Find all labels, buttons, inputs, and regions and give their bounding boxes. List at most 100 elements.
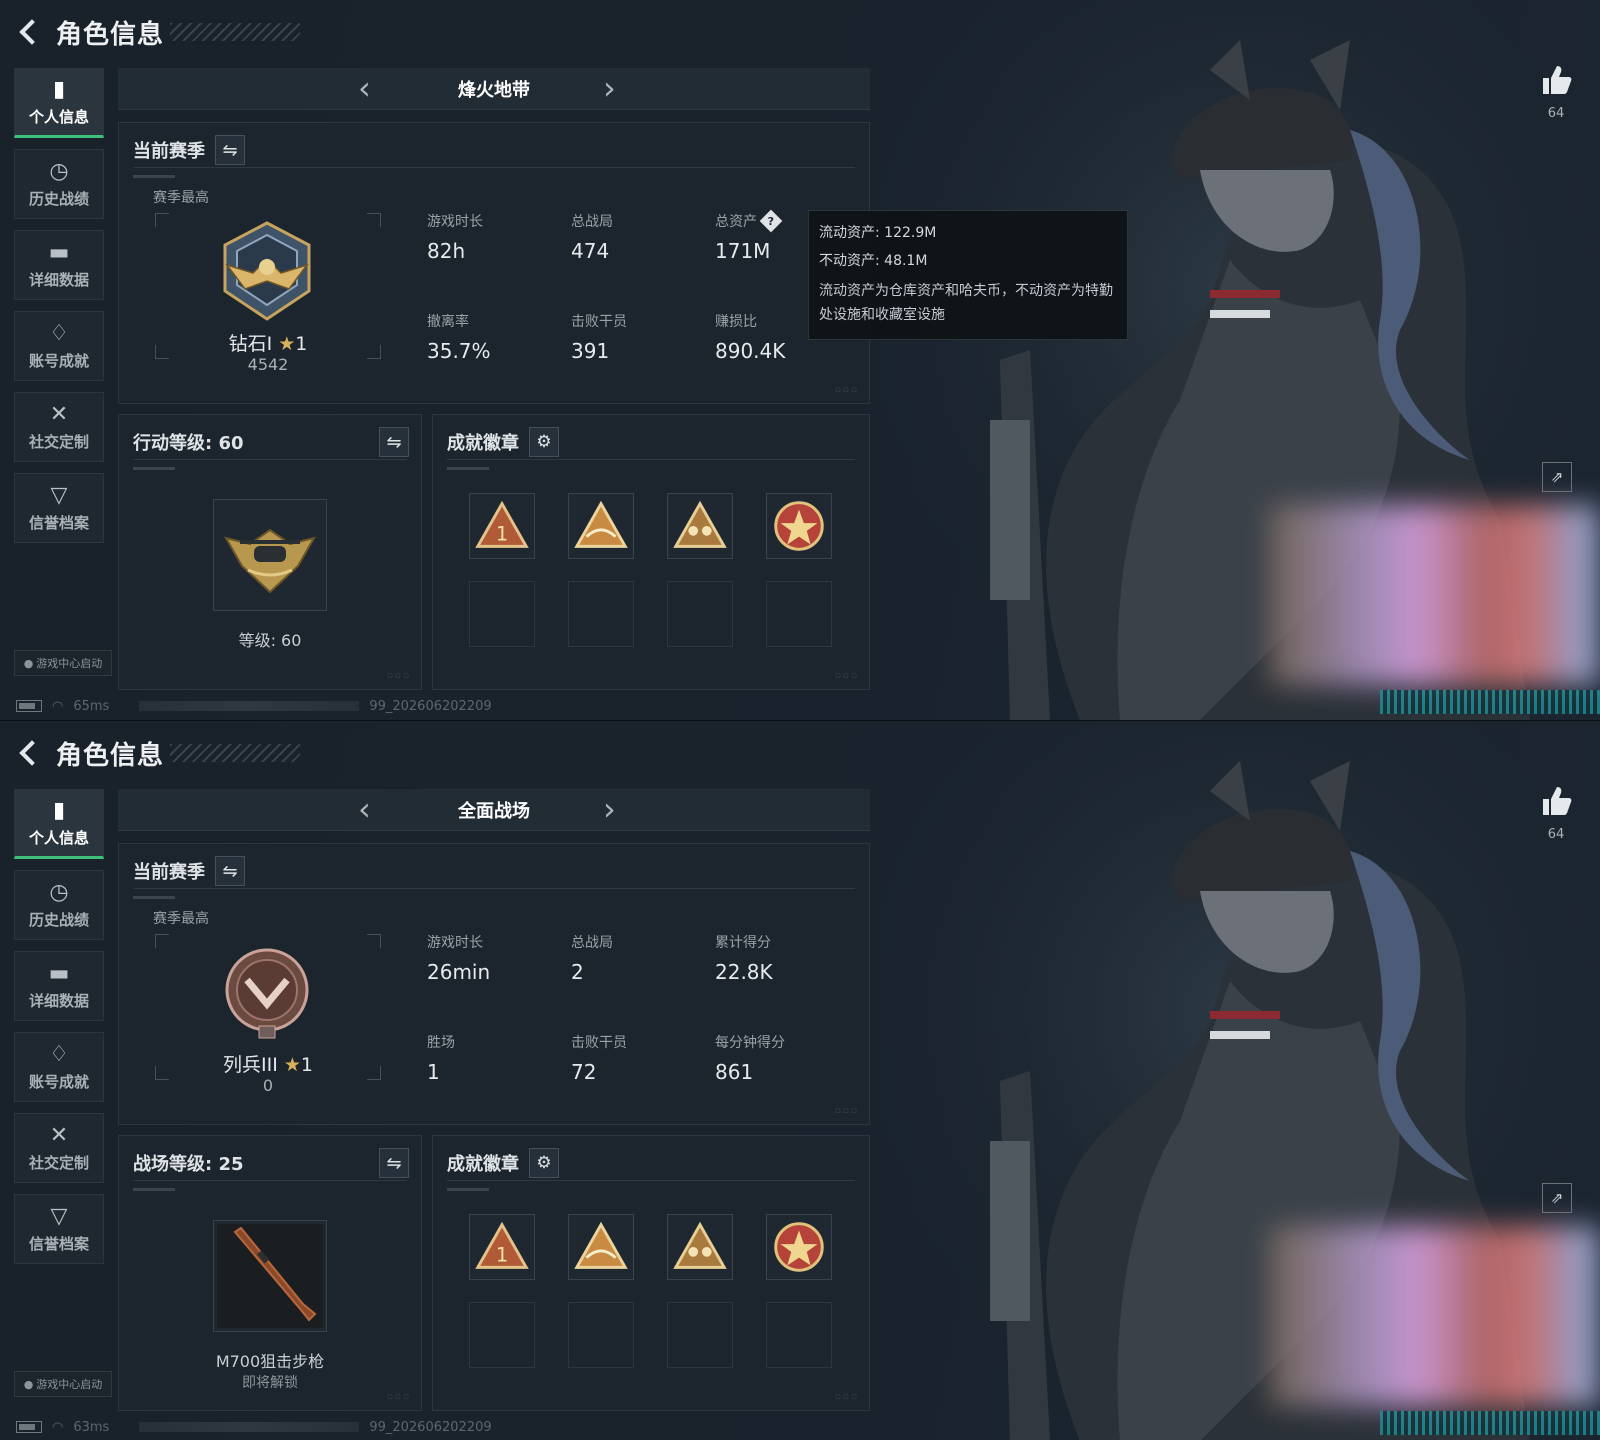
season-best-label: 赛季最高 — [153, 190, 209, 206]
stat-item: 击败干员 72 — [571, 1032, 627, 1084]
stat-item: 胜场 1 — [427, 1032, 455, 1084]
sidebar-item-4[interactable]: ✕ 社交定制 — [14, 392, 104, 462]
achievement-badge[interactable] — [568, 1214, 634, 1280]
sidebar-item-1[interactable]: ◷ 历史战绩 — [14, 870, 104, 940]
achievement-badge[interactable]: 1 — [469, 1214, 535, 1280]
season-best-label: 赛季最高 — [153, 911, 209, 927]
share-button[interactable]: ⇗ — [1542, 462, 1572, 492]
stat-item: 总战局 2 — [571, 932, 613, 984]
stat-item: 撤离率 35.7% — [427, 311, 491, 363]
help-icon[interactable]: ? — [759, 209, 783, 233]
prev-mode-chevron-icon[interactable]: ‹ — [358, 793, 371, 825]
level-switch-button[interactable]: ⇋ — [379, 1148, 409, 1178]
season-switch-button[interactable]: ⇋ — [215, 135, 245, 165]
achievement-badge[interactable] — [667, 493, 733, 559]
battery-icon — [16, 700, 42, 712]
rank-stars: 1 — [295, 333, 308, 355]
empty-badge-slot[interactable] — [568, 1302, 634, 1368]
tooltip-line2: 不动资产: 48.1M — [819, 253, 928, 269]
stat-item: 每分钟得分 861 — [715, 1032, 785, 1084]
achievement-panel: 成就徽章 ⚙ 1 ▫▫▫ — [432, 414, 870, 690]
next-mode-chevron-icon[interactable]: › — [603, 793, 616, 825]
empty-badge-slot[interactable] — [469, 581, 535, 647]
level-reward-box[interactable] — [213, 1220, 327, 1332]
season-switch-button[interactable]: ⇋ — [215, 856, 245, 886]
sidebar-item-3[interactable]: ♢ 账号成就 — [14, 1032, 104, 1102]
stat-label: 游戏时长 — [427, 935, 483, 951]
rank-points: 4542 — [247, 355, 289, 374]
page-header: 角色信息 — [16, 14, 301, 50]
stat-value: 2 — [571, 960, 584, 984]
gear-icon: ⚙ — [536, 432, 552, 452]
empty-badge-slot[interactable] — [469, 1302, 535, 1368]
person-icon: ● — [23, 656, 34, 670]
ping-value: 63ms — [73, 1419, 110, 1435]
rank-name: 钻石I ★1 — [155, 329, 381, 356]
sidebar-item-label: 个人信息 — [28, 828, 89, 847]
empty-badge-slot[interactable] — [667, 581, 733, 647]
help-glyph: ? — [767, 214, 775, 228]
stat-value: 22.8K — [715, 960, 773, 984]
screen-bottom: 角色信息 ▮ 个人信息 ◷ 历史战绩 ▬ 详细数据 ♢ 账号成就 ✕ 社交定制 ▽ 信誉档案 ● 游戏… — [0, 720, 1600, 1440]
game-center-launch-badge: ● 游戏中心启动 — [14, 1371, 112, 1397]
deco-strip — [1380, 690, 1600, 714]
empty-badge-slot[interactable] — [766, 1302, 832, 1368]
achievement-badge[interactable] — [568, 493, 634, 559]
page-title: 角色信息 — [56, 740, 165, 771]
like-count: 64 — [1547, 106, 1565, 121]
stat-item: 游戏时长 82h — [427, 211, 483, 263]
share-button[interactable]: ⇗ — [1542, 1183, 1572, 1213]
achievement-panel: 成就徽章 ⚙ 1 ▫▫▫ — [432, 1135, 870, 1411]
header-stripe — [170, 23, 301, 41]
back-arrow-icon[interactable] — [16, 738, 46, 768]
page-header: 角色信息 — [16, 735, 301, 771]
sidebar-item-5[interactable]: ▽ 信誉档案 — [14, 473, 104, 543]
asset-tooltip: 流动资产: 122.9M 不动资产: 48.1M 流动资产为仓库资产和哈夫币，不动资… — [808, 210, 1128, 340]
sidebar-item-0[interactable]: ▮ 个人信息 — [14, 68, 104, 138]
prev-mode-chevron-icon[interactable]: ‹ — [358, 72, 371, 104]
achievement-badge[interactable] — [766, 1214, 832, 1280]
blurred-overlay — [1270, 505, 1600, 685]
tooltip-note: 流动资产为仓库资产和哈夫币，不动资产为特勤处设施和收藏室设施 — [819, 283, 1113, 323]
stat-value: 26min — [427, 960, 491, 984]
svg-text:1: 1 — [496, 1244, 508, 1267]
sidebar-item-label: 账号成就 — [28, 1072, 89, 1091]
level-switch-button[interactable]: ⇋ — [379, 427, 409, 457]
achievement-settings-button[interactable]: ⚙ — [529, 1148, 559, 1178]
achievement-badge[interactable] — [667, 1214, 733, 1280]
next-mode-chevron-icon[interactable]: › — [603, 72, 616, 104]
empty-badge-slot[interactable] — [568, 581, 634, 647]
stat-label: 总战局 — [571, 935, 613, 951]
trophy-icon: ♢ — [49, 320, 69, 346]
achievement-badge[interactable]: 1 — [469, 493, 535, 559]
season-panel: 当前赛季 ⇋ 赛季最高 列兵III ★1 0 游戏时长 26min 总战局 2 累计得分… — [118, 843, 870, 1125]
empty-badge-slot[interactable] — [766, 581, 832, 647]
sidebar-item-2[interactable]: ▬ 详细数据 — [14, 951, 104, 1021]
empty-badge-slot[interactable] — [667, 1302, 733, 1368]
level-subcaption: 即将解锁 — [242, 1375, 298, 1391]
achievement-settings-button[interactable]: ⚙ — [529, 427, 559, 457]
mode-title: 全面战场 — [458, 800, 530, 822]
clock-icon: ◷ — [49, 879, 69, 905]
stat-item: 总资产? 171M — [715, 209, 783, 263]
sidebar-item-0[interactable]: ▮ 个人信息 — [14, 789, 104, 859]
back-arrow-icon[interactable] — [16, 17, 46, 47]
sidebar-item-4[interactable]: ✕ 社交定制 — [14, 1113, 104, 1183]
stat-item: 赚损比 890.4K — [715, 311, 785, 363]
sidebar-item-1[interactable]: ◷ 历史战绩 — [14, 149, 104, 219]
stat-value: 474 — [571, 239, 610, 263]
stat-label: 累计得分 — [715, 935, 771, 951]
rank-stars: 1 — [300, 1054, 313, 1076]
level-panel: 战场等级: 25 ⇋ M700狙击步枪 即将解锁 ▫▫▫ — [118, 1135, 422, 1411]
like-control[interactable]: 64 — [1536, 64, 1576, 121]
sidebar-item-2[interactable]: ▬ 详细数据 — [14, 230, 104, 300]
achievement-badge[interactable] — [766, 493, 832, 559]
like-control[interactable]: 64 — [1536, 785, 1576, 842]
level-caption: 等级: 60 — [238, 631, 302, 650]
stat-value: 72 — [571, 1060, 597, 1084]
sidebar-nav: ▮ 个人信息 ◷ 历史战绩 ▬ 详细数据 ♢ 账号成就 ✕ 社交定制 ▽ 信誉档案 — [14, 68, 104, 554]
sidebar-item-3[interactable]: ♢ 账号成就 — [14, 311, 104, 381]
swap-icon: ⇋ — [386, 1152, 402, 1174]
level-reward-box[interactable] — [213, 499, 327, 611]
sidebar-item-5[interactable]: ▽ 信誉档案 — [14, 1194, 104, 1264]
